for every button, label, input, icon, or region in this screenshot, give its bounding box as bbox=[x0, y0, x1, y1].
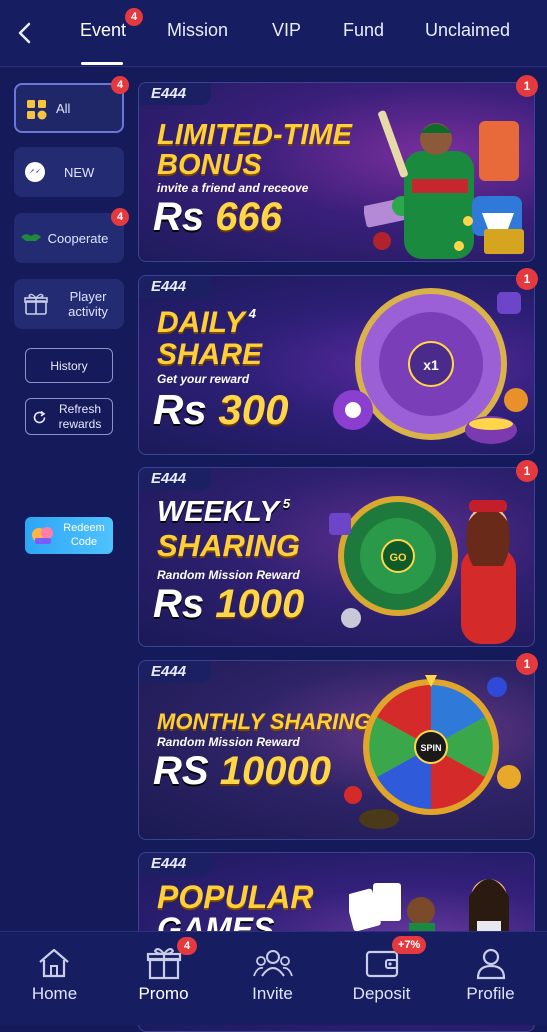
card-subtitle: Random Mission Reward bbox=[157, 568, 300, 582]
title-superscript: 4 bbox=[248, 306, 257, 321]
profile-icon bbox=[476, 948, 506, 980]
card-1-badge: 1 bbox=[516, 75, 538, 97]
card-title-line2: SHARING bbox=[157, 528, 300, 563]
sidebar-all-badge: 4 bbox=[111, 76, 129, 94]
gift-icon bbox=[24, 293, 48, 315]
cards-and-players-illustration bbox=[349, 879, 509, 941]
nav-label: Profile bbox=[466, 984, 515, 1003]
card-amount: RS 10000 bbox=[153, 749, 331, 793]
svg-text:SPIN: SPIN bbox=[420, 743, 441, 753]
svg-text:GO: GO bbox=[389, 552, 407, 564]
spin-wheel-illustration: x1 bbox=[333, 288, 528, 444]
card-subtitle: Get your reward bbox=[157, 372, 250, 386]
bottom-navigation: Home Promo 4 Invite Deposit +7% Profile bbox=[0, 931, 547, 1025]
tab-mission[interactable]: Mission bbox=[167, 20, 228, 41]
card-title: WEEKLY 5 bbox=[157, 496, 291, 528]
card-title-line2: BONUS bbox=[157, 149, 262, 181]
sidebar-item-player-activity[interactable]: Player activity bbox=[14, 279, 124, 329]
tab-unclaimed[interactable]: Unclaimed bbox=[425, 20, 510, 41]
event-card-weekly-sharing[interactable]: E444 WEEKLY 5 SHARING Random Mission Rewa… bbox=[138, 467, 535, 647]
brand-logo: E444 bbox=[139, 276, 211, 298]
sidebar-item-label: All bbox=[56, 100, 71, 116]
history-button[interactable]: History bbox=[25, 348, 113, 383]
sidebar-item-label: Player activity bbox=[68, 289, 108, 319]
event-card-daily-share[interactable]: E444 DAILY 4 SHARE Get your reward Rs 300… bbox=[138, 275, 535, 455]
card-title: LIMITED-TIME bbox=[157, 119, 352, 151]
category-sidebar: All 4 NEW Cooperate 4 Player activity Hi… bbox=[0, 67, 135, 931]
redeem-code-button[interactable]: Redeem Code bbox=[25, 517, 113, 554]
card-subtitle: invite a friend and receove bbox=[157, 181, 309, 195]
nav-label: Invite bbox=[252, 984, 293, 1003]
redeem-gift-icon bbox=[32, 527, 53, 544]
grid-icon bbox=[27, 100, 47, 120]
card-title-line2: SHARE bbox=[157, 338, 263, 371]
prize-wheel-illustration: SPIN bbox=[344, 675, 521, 829]
card-amount: Rs 300 bbox=[153, 386, 289, 433]
sidebar-item-label: Cooperate bbox=[47, 230, 109, 246]
nav-promo[interactable]: Promo bbox=[109, 932, 218, 1025]
svg-text:x1: x1 bbox=[423, 357, 439, 373]
messenger-icon bbox=[25, 162, 45, 182]
card-3-badge: 1 bbox=[516, 460, 538, 482]
refresh-rewards-button[interactable]: Refresh rewards bbox=[25, 398, 113, 435]
invite-users-icon bbox=[253, 950, 293, 977]
refresh-icon bbox=[33, 410, 46, 424]
brand-logo: E444 bbox=[139, 83, 211, 105]
nav-home[interactable]: Home bbox=[0, 932, 109, 1025]
active-tab-indicator bbox=[81, 62, 123, 65]
home-icon bbox=[39, 948, 69, 978]
card-4-badge: 1 bbox=[516, 653, 538, 675]
card-subtitle: Random Mission Reward bbox=[157, 735, 300, 749]
nav-invite[interactable]: Invite bbox=[218, 932, 327, 1025]
brand-logo: E444 bbox=[139, 853, 211, 875]
promo-badge: 4 bbox=[177, 937, 197, 955]
brand-logo: E444 bbox=[139, 661, 211, 683]
wheel-and-hostess-illustration: GO bbox=[329, 496, 516, 644]
card-2-badge: 1 bbox=[516, 268, 538, 290]
sidebar-item-label: NEW bbox=[64, 164, 95, 180]
title-superscript: 5 bbox=[282, 496, 291, 511]
brand-logo: E444 bbox=[139, 468, 211, 490]
nav-label: Promo bbox=[138, 984, 189, 1003]
card-title: DAILY 4 bbox=[157, 306, 257, 339]
tab-event-badge: 4 bbox=[125, 8, 143, 26]
tab-vip[interactable]: VIP bbox=[272, 20, 301, 41]
cricket-player-illustration bbox=[364, 110, 524, 259]
tab-event[interactable]: Event bbox=[80, 20, 126, 41]
top-tab-bar: Event 4 Mission VIP Fund Unclaimed bbox=[0, 0, 547, 67]
back-arrow-icon[interactable] bbox=[14, 20, 36, 46]
nav-profile[interactable]: Profile bbox=[436, 932, 545, 1025]
refresh-rewards-label: Refresh rewards bbox=[58, 402, 102, 431]
deposit-bonus-badge: +7% bbox=[392, 936, 427, 954]
event-card-limited-time-bonus[interactable]: E444 LIMITED-TIME BONUS invite a friend … bbox=[138, 82, 535, 262]
sidebar-item-all[interactable]: All bbox=[14, 83, 124, 133]
tab-fund[interactable]: Fund bbox=[343, 20, 384, 41]
sidebar-cooperate-badge: 4 bbox=[111, 208, 129, 226]
nav-label: Home bbox=[31, 984, 78, 1003]
sidebar-item-cooperate[interactable]: Cooperate bbox=[14, 213, 124, 263]
card-amount: Rs 1000 bbox=[153, 582, 305, 626]
card-amount: Rs 666 bbox=[153, 195, 283, 239]
redeem-code-label: Redeem Code bbox=[63, 522, 105, 548]
gift-box-icon bbox=[146, 948, 182, 980]
nav-label: Deposit bbox=[352, 984, 411, 1003]
sidebar-item-new[interactable]: NEW bbox=[14, 147, 124, 197]
event-card-monthly-sharing[interactable]: E444 MONTHLY SHARING Random Mission Rewa… bbox=[138, 660, 535, 840]
